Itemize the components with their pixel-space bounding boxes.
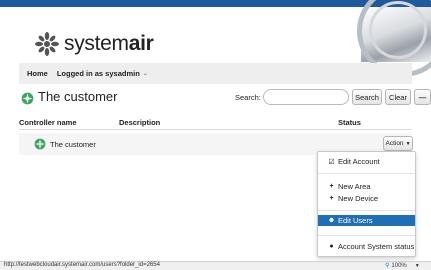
plus-icon: + [329, 183, 334, 190]
title-row: The customer Search: Search Clear — [19, 89, 431, 107]
page-title: The customer [38, 89, 118, 104]
decoration-ring-inner [369, 1, 427, 59]
search-button[interactable]: Search [352, 89, 382, 105]
action-dropdown-button[interactable]: Action ▼ [383, 136, 413, 151]
info-icon: ● [329, 243, 334, 250]
controller-name[interactable]: The customer [50, 140, 96, 149]
column-header-name[interactable]: Controller name [19, 118, 77, 127]
menu-item-label: New Area [338, 182, 371, 191]
user-menu-label: Logged in as sysadmin [56, 69, 140, 78]
menu-item-edit-account[interactable]: ☑ Edit Account [318, 156, 415, 167]
nav-home-link[interactable]: Home [27, 69, 48, 78]
caret-down-icon: ▼ [414, 262, 420, 269]
action-label: Action [385, 140, 404, 147]
edit-icon: ☑ [328, 158, 335, 166]
action-dropdown-menu: ☑ Edit Account + New Area + New Device ☻… [317, 151, 416, 257]
menu-item-edit-users[interactable]: ☻ Edit Users [318, 215, 415, 226]
search-label: Search: [235, 93, 261, 102]
caret-down-icon: ▼ [405, 140, 411, 147]
clear-button[interactable]: Clear [385, 89, 411, 105]
menu-item-label: Edit Account [338, 157, 380, 166]
menu-divider [318, 173, 415, 174]
header-decoration [357, 0, 431, 77]
search-input[interactable] [263, 89, 349, 105]
column-header-status[interactable]: Status [338, 118, 361, 127]
zoom-level: 100% [391, 262, 407, 269]
menu-item-new-area[interactable]: + New Area [318, 181, 415, 192]
chevron-down-icon: ⌄ [142, 71, 148, 77]
user-menu[interactable]: Logged in as sysadmin ⌄ [57, 69, 148, 78]
menu-divider [318, 235, 415, 236]
collapse-button[interactable]: — [414, 89, 431, 105]
menu-item-label: Edit Users [338, 216, 373, 225]
column-header-description[interactable]: Description [119, 118, 160, 127]
fan-logo-icon [35, 32, 59, 56]
magnifier-icon: ⚲ [385, 263, 390, 269]
menu-divider [318, 210, 415, 211]
customer-icon [21, 92, 34, 105]
table-header: Controller name Description Status [19, 116, 412, 130]
menu-item-label: New Device [338, 194, 379, 203]
plus-icon: + [329, 195, 334, 202]
menu-item-account-system-status[interactable]: ● Account System status [318, 241, 415, 252]
breadcrumb-nav: Home Logged in as sysadmin ⌄ [19, 63, 412, 84]
systemair-logo[interactable]: systemair [34, 30, 154, 58]
menu-item-new-device[interactable]: + New Device [318, 193, 415, 204]
logo-text: systemair [64, 32, 154, 55]
user-icon: ☻ [327, 217, 336, 224]
zoom-control[interactable]: ⚲ 100% ▼ [385, 262, 420, 270]
customer-icon [34, 138, 46, 150]
browser-status-bar: http://testwebcloudair.systemair.com/use… [0, 261, 431, 270]
menu-item-label: Account System status [338, 242, 415, 251]
status-url: http://testwebcloudair.systemair.com/use… [4, 262, 160, 268]
